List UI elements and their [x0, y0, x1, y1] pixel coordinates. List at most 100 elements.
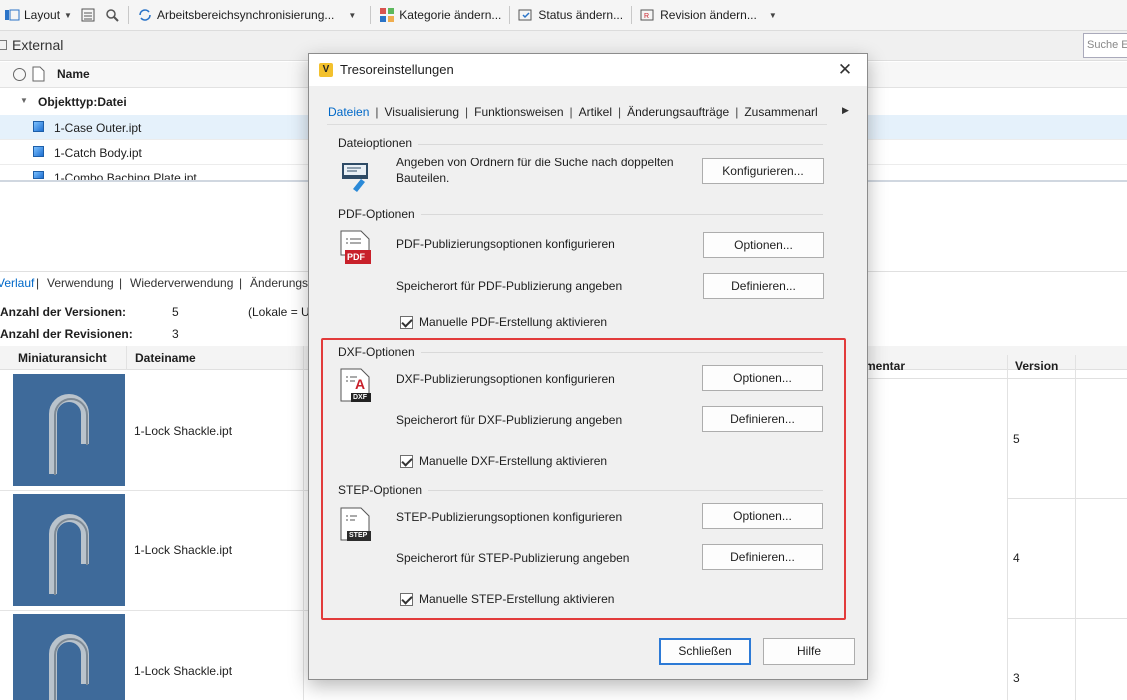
- thumbnail-column-header[interactable]: Miniaturansicht: [18, 351, 107, 365]
- file-name: 1-Lock Shackle.ipt: [134, 543, 233, 557]
- version-value: 3: [1013, 671, 1020, 685]
- chevron-down-icon[interactable]: ▼: [348, 11, 356, 20]
- tab-separator: |: [119, 276, 123, 290]
- revisions-count-value: 3: [172, 327, 179, 341]
- workspace-sync-label: Arbeitsbereichsynchronisierung...: [156, 8, 335, 22]
- duplicate-search-icon: [342, 163, 368, 192]
- layout-label: Layout: [24, 8, 61, 22]
- file-options-header: Dateioptionen: [338, 136, 419, 150]
- tab-scroll-right-icon[interactable]: ▶: [842, 105, 849, 116]
- find-button[interactable]: [100, 0, 124, 31]
- row-divider: [0, 610, 310, 611]
- vault-app-icon: V: [319, 63, 333, 77]
- group-label: Objekttyp:Datei: [38, 95, 127, 109]
- tab-underline: [327, 124, 827, 125]
- shackle-icon: [49, 514, 89, 595]
- toolbar-divider: [509, 6, 511, 24]
- change-status-button[interactable]: Status ändern...: [514, 0, 627, 31]
- file-options-text-line: Bauteilen.: [396, 171, 450, 185]
- local-versions-label: (Lokale = U: [248, 305, 310, 319]
- tab-behaviors[interactable]: Funktionsweisen: [474, 105, 563, 119]
- close-button[interactable]: Schließen: [659, 638, 751, 665]
- status-icon: [518, 9, 532, 21]
- find-icon: [106, 9, 119, 22]
- sync-icon: [139, 9, 151, 21]
- version-column-header[interactable]: Version: [1015, 359, 1058, 373]
- change-category-label: Kategorie ändern...: [399, 8, 502, 22]
- file-name: 1-Case Outer.ipt: [54, 121, 142, 135]
- filename-column-header[interactable]: Dateiname: [135, 351, 196, 365]
- status-column-icon: [13, 68, 26, 81]
- pdf-define-button[interactable]: Definieren...: [703, 273, 824, 299]
- column-divider: [1007, 355, 1008, 700]
- revision-icon: R: [640, 9, 654, 21]
- tab-separator: |: [617, 105, 622, 119]
- tab-separator: |: [735, 105, 739, 119]
- version-value: 4: [1013, 551, 1020, 565]
- pdf-options-button[interactable]: Optionen...: [703, 232, 824, 258]
- pdf-file-icon: PDF: [339, 230, 373, 266]
- toolbar-divider: [370, 6, 372, 24]
- thumbnail-image: [13, 494, 125, 606]
- search-input[interactable]: Suche E: [1083, 33, 1127, 58]
- column-divider: [303, 346, 304, 700]
- row-divider: [0, 490, 310, 491]
- toolbar-divider: [127, 6, 129, 24]
- expand-icon[interactable]: ▼: [20, 96, 28, 105]
- tab-uses[interactable]: Verwendung: [47, 276, 114, 290]
- tab-visualization[interactable]: Visualisierung: [385, 105, 460, 119]
- tab-items[interactable]: Artikel: [579, 105, 612, 119]
- shackle-icon: [49, 394, 89, 475]
- tab-history[interactable]: Verlauf: [0, 276, 34, 290]
- change-revision-button[interactable]: R Revision ändern... ▼: [636, 0, 781, 31]
- file-name: 1-Catch Body.ipt: [54, 146, 142, 160]
- tab-separator: |: [375, 105, 379, 119]
- pdf-badge: PDF: [347, 252, 365, 262]
- versions-count-label: Anzahl der Versionen:: [0, 305, 127, 319]
- toolbar-divider: [631, 6, 633, 24]
- tab-separator: |: [465, 105, 469, 119]
- category-icon: [380, 8, 395, 22]
- chevron-down-icon[interactable]: ▼: [769, 11, 777, 20]
- row-divider: [1007, 498, 1127, 499]
- dialog-tab-bar: Dateien | Visualisierung | Funktionsweis…: [328, 105, 818, 119]
- pdf-location-text: Speicherort für PDF-Publizierung angeben: [396, 279, 623, 293]
- version-value: 5: [1013, 432, 1020, 446]
- revisions-count-label: Anzahl der Revisionen:: [0, 327, 133, 341]
- tab-change-orders[interactable]: Änderungs: [250, 276, 308, 290]
- pdf-options-header: PDF-Optionen: [338, 207, 421, 221]
- pdf-manual-label: Manuelle PDF-Erstellung aktivieren: [419, 315, 608, 329]
- column-divider: [126, 346, 127, 370]
- dialog-title-bar: V Tresoreinstellungen ✕: [309, 54, 867, 86]
- pdf-manual-checkbox[interactable]: [400, 316, 413, 329]
- change-status-label: Status ändern...: [538, 8, 624, 22]
- chevron-down-icon: ▼: [64, 10, 72, 20]
- tab-separator: |: [569, 105, 573, 119]
- main-toolbar: Layout ▼ Arbeitsbereichsynchronisierung.…: [0, 0, 1127, 31]
- list-view-button[interactable]: [76, 0, 100, 31]
- tab-separator: |: [36, 276, 40, 290]
- tab-change-orders[interactable]: Änderungsaufträge: [627, 105, 729, 119]
- vault-settings-dialog: V Tresoreinstellungen ✕ Dateien | Visual…: [308, 53, 868, 680]
- tab-where-used[interactable]: Wiederverwendung: [130, 276, 233, 290]
- dialog-title: Tresoreinstellungen: [340, 62, 454, 77]
- list-icon: [81, 8, 95, 22]
- comment-column-header[interactable]: mentar: [865, 359, 905, 373]
- tab-files[interactable]: Dateien: [328, 105, 369, 119]
- tab-separator: |: [239, 276, 243, 290]
- configure-button[interactable]: Konfigurieren...: [702, 158, 824, 184]
- versions-count-value: 5: [172, 305, 179, 319]
- thumbnail-image: [13, 374, 125, 486]
- part-icon: [33, 146, 44, 157]
- file-name: 1-Lock Shackle.ipt: [134, 424, 233, 438]
- name-column-header[interactable]: Name: [57, 67, 90, 81]
- layout-button[interactable]: Layout ▼: [0, 0, 76, 31]
- tab-collaboration[interactable]: Zusammenarl: [744, 105, 818, 119]
- close-icon[interactable]: ✕: [833, 58, 857, 82]
- workspace-sync-button[interactable]: Arbeitsbereichsynchronisierung...: [133, 0, 338, 31]
- change-category-button[interactable]: Kategorie ändern...: [375, 0, 505, 31]
- highlight-frame: [321, 338, 846, 620]
- help-button[interactable]: Hilfe: [763, 638, 855, 665]
- column-divider: [1075, 355, 1076, 700]
- row-divider: [1007, 618, 1127, 619]
